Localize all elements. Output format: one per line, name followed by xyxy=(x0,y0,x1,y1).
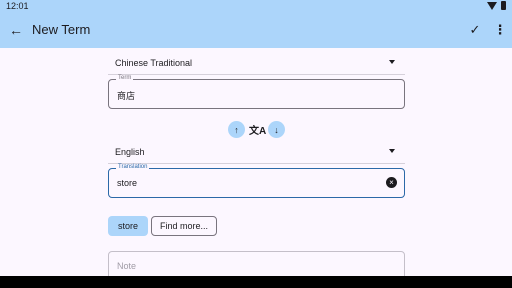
translation-field[interactable]: Translation store × xyxy=(108,164,405,198)
arrow-down-icon: ↓ xyxy=(274,124,279,135)
find-more-button[interactable]: Find more... xyxy=(151,216,217,236)
suggestion-chip[interactable]: store xyxy=(108,216,148,236)
clear-icon[interactable]: × xyxy=(386,177,397,188)
source-language-select[interactable]: Chinese Traditional xyxy=(108,52,405,74)
dropdown-arrow-icon xyxy=(389,149,395,153)
status-icons xyxy=(487,1,506,10)
more-vert-icon: ⋮ xyxy=(493,22,507,37)
term-field-label: Term xyxy=(116,75,134,81)
translation-value: store xyxy=(117,178,138,188)
move-down-button[interactable]: ↓ xyxy=(268,121,285,138)
term-field[interactable]: Term 商店 xyxy=(108,75,405,109)
more-options-button[interactable]: ⋮ xyxy=(492,19,508,41)
arrow-up-icon: ↑ xyxy=(234,124,239,135)
battery-icon xyxy=(501,1,506,10)
arrow-back-icon: ← xyxy=(9,22,23,38)
app-bar: ← New Term ✓ ⋮ xyxy=(0,13,512,48)
back-button[interactable]: ← xyxy=(5,19,27,41)
translate-icon: 文A xyxy=(249,126,267,137)
save-button[interactable]: ✓ xyxy=(464,19,486,41)
check-icon: ✓ xyxy=(469,22,481,37)
status-time: 12:01 xyxy=(6,1,29,11)
move-up-button[interactable]: ↑ xyxy=(228,121,245,138)
divider xyxy=(108,74,405,75)
translation-field-label: Translation xyxy=(116,164,150,170)
navigation-bar xyxy=(0,276,512,288)
source-language-label: Chinese Traditional xyxy=(115,58,193,68)
page-title: New Term xyxy=(32,22,91,37)
divider xyxy=(108,163,405,164)
status-bar: 12:01 xyxy=(0,0,512,13)
dropdown-arrow-icon xyxy=(389,60,395,64)
wifi-icon xyxy=(487,1,497,10)
term-value: 商店 xyxy=(117,91,136,101)
swap-controls: ↑ 文A ↓ xyxy=(228,121,285,138)
note-placeholder: Note xyxy=(117,261,137,271)
target-language-select[interactable]: English xyxy=(108,141,405,163)
target-language-label: English xyxy=(115,147,145,157)
